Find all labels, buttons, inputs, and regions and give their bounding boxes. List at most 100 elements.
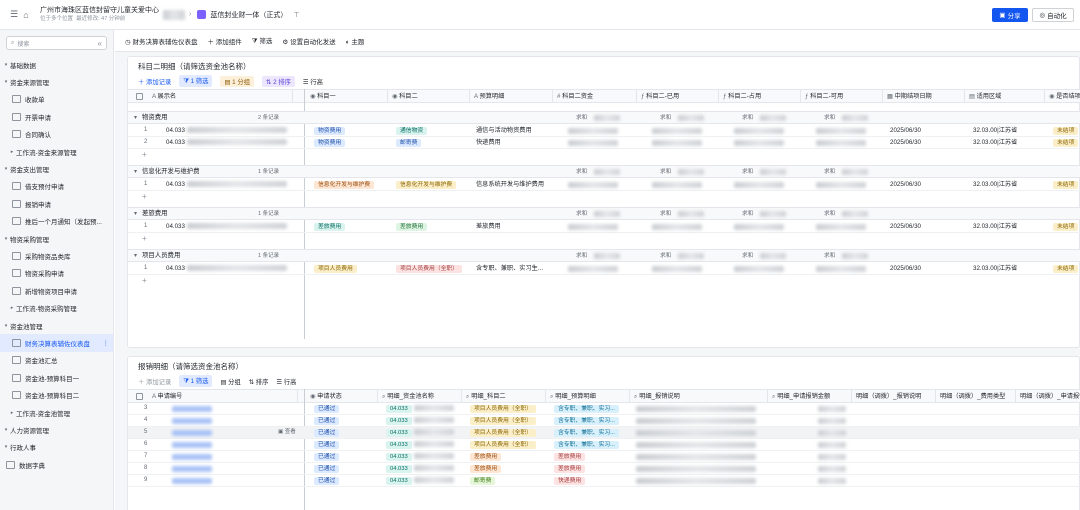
chevron-down-icon[interactable]: ▾ <box>2 62 10 68</box>
select-all-checkbox[interactable] <box>136 393 143 400</box>
column-header[interactable]: ⌕ 明细_报销说明 <box>630 390 768 403</box>
table-row[interactable]: 8 已通过 04.033 差旅费用 差旅费用 <box>128 463 1080 475</box>
subject-one-cell[interactable]: 项目人员费用 <box>310 263 357 274</box>
select-all-checkbox[interactable] <box>136 93 143 100</box>
table-row[interactable]: 5 ▣ 查看 已通过 04.033 项目人员费用（全职） 含专职、兼职、实习... <box>128 427 1080 439</box>
column-header[interactable]: ▦ 中期结项日期 <box>883 90 965 103</box>
column-header[interactable]: ƒ 科目二-占用 <box>719 90 801 103</box>
table-row[interactable]: 1 04.033 信息化开发与维护费 信息化开发与维护费 信息系统开发与维护费用 2025… <box>128 179 1080 191</box>
add-record-button[interactable]: ＋ 添加记录 <box>138 377 171 386</box>
chevron-down-icon[interactable]: ▾ <box>2 444 10 450</box>
search-input[interactable]: ⌕ 搜索 « <box>6 36 107 50</box>
sidebar-item[interactable]: ▸ 工作流-物资采购管理 <box>0 299 113 316</box>
sidebar-item[interactable]: 资金池-预算科目一 <box>0 369 113 386</box>
table-row[interactable]: 1 04.033 项目人员费用 项目人员费用（全职） 含专职、兼职、实习生... 2025… <box>128 263 1080 275</box>
fund-pool-cell[interactable]: 04.033 <box>382 415 462 426</box>
table-row[interactable]: 7 已通过 04.033 差旅费用 差旅费用 <box>128 451 1080 463</box>
application-status-cell[interactable]: 已通过 <box>310 475 340 486</box>
budget-detail-cell[interactable]: 含专职、兼职、实习... <box>550 403 620 414</box>
sidebar-item[interactable]: 资金池-预算科目二 <box>0 386 113 403</box>
sidebar-item[interactable]: 推后一个月通知（发起预... <box>0 213 113 230</box>
add-row-button[interactable]: + <box>128 149 1080 161</box>
sidebar-item[interactable]: 合同确认 <box>0 126 113 143</box>
column-header[interactable]: # 科目二资金 <box>553 90 637 103</box>
chevron-down-icon[interactable]: ▾ <box>2 166 10 172</box>
application-status-cell[interactable]: 已通过 <box>310 427 340 438</box>
chevron-down-icon[interactable]: ▾ <box>134 112 137 124</box>
column-header[interactable]: ƒ 科目二-可用 <box>801 90 883 103</box>
add-row-button[interactable]: + <box>128 275 1080 287</box>
subject-one-cell[interactable]: 信息化开发与维护费 <box>310 179 375 190</box>
chevron-down-icon[interactable]: ▾ <box>134 166 137 178</box>
table-row[interactable]: 2 04.033 物资费用 邮寄费 快递费用 2025/06/30 32.03.00|江苏省… <box>128 137 1080 149</box>
sidebar-item[interactable]: 数据字典 <box>0 456 113 473</box>
filter-button[interactable]: ⧩ 筛选 <box>252 35 273 46</box>
sidebar-item[interactable]: 报销申请 <box>0 195 113 212</box>
display-name-cell[interactable]: 04.033 <box>162 179 302 190</box>
budget-detail-cell[interactable]: 差旅费用 <box>550 463 586 474</box>
group-header-row[interactable]: ▾ 物资费用 2 条记录 求和 求和 求和 求和 <box>128 111 1080 124</box>
more-icon[interactable]: ⋮ <box>103 339 110 347</box>
column-header[interactable]: ▤ 适用区域 <box>965 90 1045 103</box>
midterm-date-cell[interactable]: 2025/06/30 <box>886 137 921 148</box>
completion-status-cell[interactable]: 未结项 <box>1049 125 1079 136</box>
subject-two-cell[interactable]: 信息化开发与维护费 <box>392 179 457 190</box>
region-cell[interactable]: 32.03.00|江苏省 <box>969 137 1043 148</box>
sidebar-item[interactable]: ▸ 工作流-资金池管理 <box>0 404 113 421</box>
chevron-down-icon[interactable]: ▾ <box>2 79 10 85</box>
menu-toggle-icon[interactable]: ☰ <box>8 9 20 21</box>
workspace-name[interactable]: 广州市海珠区蓝信封留守儿童关爱中心 <box>40 6 159 15</box>
subject-one-cell[interactable]: 物资费用 <box>310 137 346 148</box>
budget-detail-cell[interactable]: 含专职、兼职、实习... <box>550 427 620 438</box>
display-name-cell[interactable]: 04.033 <box>162 263 302 274</box>
add-row-button[interactable]: + <box>128 191 1080 203</box>
add-row-button[interactable]: + <box>128 233 1080 245</box>
table-row[interactable]: 3 已通过 04.033 项目人员费用（全职） 含专职、兼职、实习... <box>128 403 1080 415</box>
chevron-down-icon[interactable]: ▾ <box>134 208 137 220</box>
subject-two-cell[interactable]: 项目人员费用（全职） <box>466 403 536 414</box>
subject-two-cell[interactable]: 项目人员费用（全职） <box>392 263 462 274</box>
column-header[interactable]: A 申请编号 <box>148 390 298 403</box>
column-header[interactable]: ⌕ 明细_科目二 <box>462 390 546 403</box>
table-row[interactable]: 9 已通过 04.033 邮寄费 快递费用 <box>128 475 1080 487</box>
sidebar-item[interactable]: 开票申请 <box>0 108 113 125</box>
fund-pool-cell[interactable]: 04.033 <box>382 451 462 462</box>
application-status-cell[interactable]: 已通过 <box>310 463 340 474</box>
chevron-right-icon[interactable]: ▸ <box>8 410 16 416</box>
filter-chip[interactable]: ⧩ 1 筛选 <box>179 375 213 387</box>
subject-two-cell[interactable]: 项目人员费用（全职） <box>466 439 536 450</box>
fund-pool-cell[interactable]: 04.033 <box>382 463 462 474</box>
sidebar-item[interactable]: 财务决算表辅佐仪表盘 ⋮ <box>0 334 113 352</box>
budget-detail-cell[interactable]: 差旅费用 <box>472 221 552 232</box>
subject-two-cell[interactable]: 项目人员费用（全职） <box>466 427 536 438</box>
sidebar-item[interactable]: 物资采购申请 <box>0 265 113 282</box>
doc-title[interactable]: 蓝信封业财一体（正式） ⊤ <box>197 10 299 20</box>
add-record-button[interactable]: ＋ 添加记录 <box>138 77 171 86</box>
column-header[interactable]: A 展示名 <box>148 90 293 103</box>
subject-two-cell[interactable]: 邮寄费 <box>466 475 496 486</box>
chevron-down-icon[interactable]: ▾ <box>2 323 10 329</box>
chevron-right-icon[interactable]: ▸ <box>8 305 16 311</box>
column-header[interactable]: ◉ 是否结项 <box>1045 90 1080 103</box>
view-record-button[interactable]: ▣ 查看 <box>278 427 296 438</box>
subject-two-cell[interactable]: 差旅费用 <box>392 221 428 232</box>
column-header[interactable]: ⌕ 明细_申请报销金额 <box>768 390 852 403</box>
fund-pool-cell[interactable]: 04.033 <box>382 403 462 414</box>
sidebar-item[interactable]: 新增物资项目申请 <box>0 282 113 299</box>
display-name-cell[interactable]: 04.033 <box>162 221 302 232</box>
row-height-button[interactable]: ☰ 行高 <box>303 77 323 86</box>
region-cell[interactable]: 32.03.00|江苏省 <box>969 179 1043 190</box>
column-header[interactable]: 明细（调拨）_费用类型 <box>936 390 1016 403</box>
group-header-row[interactable]: ▾ 差旅费用 1 条记录 求和 求和 求和 求和 <box>128 207 1080 220</box>
filter-chip[interactable]: ⧩ 1 筛选 <box>179 75 213 87</box>
completion-status-cell[interactable]: 未结项 <box>1049 221 1079 232</box>
completion-status-cell[interactable]: 未结项 <box>1049 263 1079 274</box>
chevron-right-icon[interactable]: ▸ <box>8 149 16 155</box>
add-component-button[interactable]: ＋ 添加组件 <box>207 36 241 46</box>
budget-detail-cell[interactable]: 含专职、兼职、实习生... <box>472 263 552 274</box>
midterm-date-cell[interactable]: 2025/06/30 <box>886 179 921 190</box>
midterm-date-cell[interactable]: 2025/06/30 <box>886 263 921 274</box>
column-header[interactable]: 明细（调拨）_报销说明 <box>852 390 936 403</box>
table-row[interactable]: 4 已通过 04.033 项目人员费用（全职） 含专职、兼职、实习... <box>128 415 1080 427</box>
column-header[interactable]: ◉ 科目二 <box>388 90 470 103</box>
